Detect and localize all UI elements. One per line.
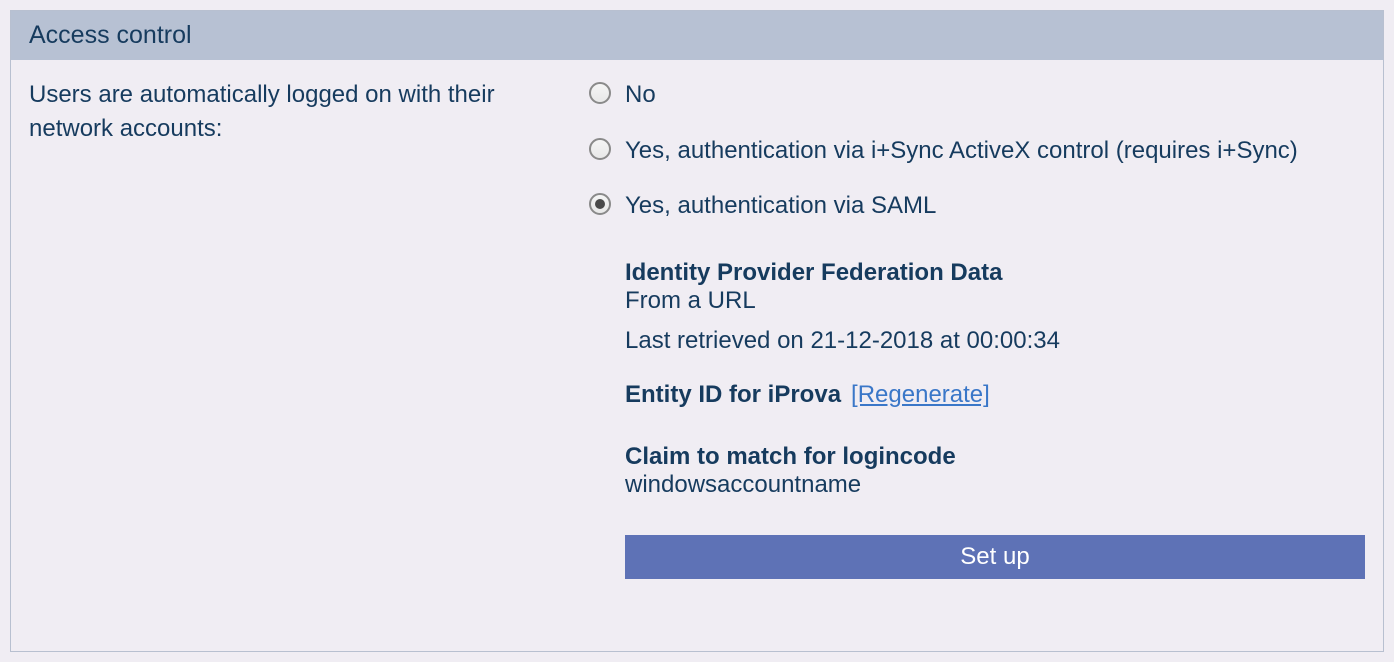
panel-body: Users are automatically logged on with t…	[11, 60, 1383, 579]
claim-heading: Claim to match for logincode	[625, 443, 1365, 471]
claim-block: Claim to match for logincode windowsacco…	[625, 443, 1365, 499]
setting-label-column: Users are automatically logged on with t…	[29, 78, 549, 579]
radio-saml[interactable]	[589, 193, 611, 215]
setup-button[interactable]: Set up	[625, 535, 1365, 579]
idp-source: From a URL	[625, 287, 1365, 315]
radio-option-saml[interactable]: Yes, authentication via SAML	[589, 189, 1365, 223]
panel-header: Access control	[11, 11, 1383, 60]
panel-title: Access control	[29, 21, 192, 49]
saml-details: Identity Provider Federation Data From a…	[625, 259, 1365, 579]
radio-option-activex[interactable]: Yes, authentication via i+Sync ActiveX c…	[589, 134, 1365, 168]
idp-federation-block: Identity Provider Federation Data From a…	[625, 259, 1365, 355]
radio-activex-label: Yes, authentication via i+Sync ActiveX c…	[625, 134, 1298, 168]
claim-value: windowsaccountname	[625, 471, 1365, 499]
radio-saml-label: Yes, authentication via SAML	[625, 189, 936, 223]
radio-activex[interactable]	[589, 138, 611, 160]
access-control-panel: Access control Users are automatically l…	[10, 10, 1384, 652]
setting-value-column: No Yes, authentication via i+Sync Active…	[589, 78, 1365, 579]
regenerate-link[interactable]: [Regenerate]	[851, 381, 990, 409]
entity-id-row: Entity ID for iProva [Regenerate]	[625, 381, 1365, 409]
entity-id-heading: Entity ID for iProva	[625, 381, 841, 409]
radio-no[interactable]	[589, 82, 611, 104]
idp-last-retrieved: Last retrieved on 21-12-2018 at 00:00:34	[625, 327, 1365, 355]
radio-option-no[interactable]: No	[589, 78, 1365, 112]
auto-logon-radio-group: No Yes, authentication via i+Sync Active…	[589, 78, 1365, 223]
idp-heading: Identity Provider Federation Data	[625, 259, 1365, 287]
radio-no-label: No	[625, 78, 656, 112]
auto-logon-label: Users are automatically logged on with t…	[29, 78, 549, 145]
